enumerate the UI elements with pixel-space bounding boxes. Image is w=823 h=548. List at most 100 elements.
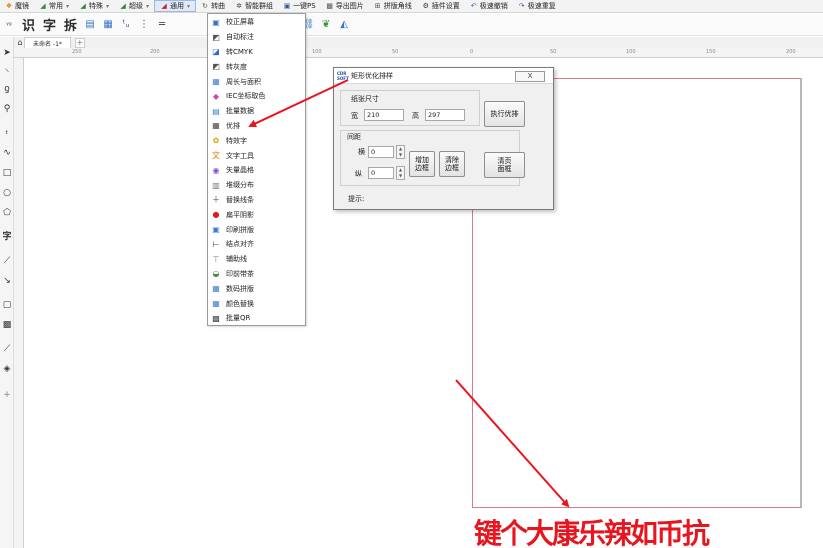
v-spacing-input[interactable]: 0	[368, 167, 394, 179]
equal-icon[interactable]: ═	[156, 19, 168, 31]
menu-item-11[interactable]: ▥ 堆缀分布	[208, 178, 305, 193]
shape-icon[interactable]: ◭	[338, 19, 350, 31]
menubar-item-9[interactable]: ⊞ 拼版角线	[369, 0, 417, 13]
add-tool-icon[interactable]: +	[1, 389, 13, 401]
h-spacing-stepper[interactable]: ▲ ▼	[396, 145, 405, 159]
menu-item-13[interactable]: ● 扁平阴影	[208, 207, 305, 222]
menu-item-3[interactable]: ◩ 转灰度	[208, 59, 305, 74]
menu-item-label: 数码拼版	[226, 284, 254, 293]
grid-icon[interactable]: ▦	[102, 19, 114, 31]
menubar-item-0[interactable]: ❖ 魔镜	[0, 0, 34, 13]
menu-item-7[interactable]: ▦ 优排	[208, 119, 305, 134]
add-tab-button[interactable]: +	[74, 37, 85, 48]
crop-tool-icon[interactable]: ƍ	[1, 83, 13, 95]
menubar-item-label: 插件设置	[431, 2, 460, 10]
menu-item-4[interactable]: ▦ 周长与面积	[208, 74, 305, 89]
fill-tool-icon[interactable]: ◈	[1, 363, 13, 375]
menubar-item-10[interactable]: ⚙ 插件设置	[417, 0, 465, 13]
menubar-item-5[interactable]: ↻ 转曲	[196, 0, 230, 13]
run-optimize-button[interactable]: 执行优排	[484, 101, 525, 127]
menu-item-17[interactable]: ◒ 印前带茶	[208, 267, 305, 282]
ruler-label: 250	[72, 49, 82, 55]
menu-item-icon: ⊤	[212, 254, 220, 264]
menubar-item-12[interactable]: ↷ 极速重复	[513, 0, 561, 13]
menu-item-icon: ▥	[212, 180, 220, 190]
recognize-button[interactable]: 识	[18, 15, 39, 34]
distribute-icon[interactable]: ⋮	[138, 19, 150, 31]
menubar-item-1[interactable]: ◢ 常用 ▾	[34, 0, 74, 13]
menu-item-6[interactable]: ▤ 批量数据	[208, 104, 305, 119]
menu-item-label: 扁平阴影	[226, 210, 254, 219]
menu-item-19[interactable]: ▦ 颜色替换	[208, 296, 305, 311]
rotate-icon: ↻	[202, 2, 208, 10]
menu-item-label: 自动标注	[226, 33, 254, 42]
menu-item-icon: 文	[212, 151, 220, 161]
shape-tool-icon[interactable]: ⸌	[1, 65, 13, 78]
menu-item-16[interactable]: ⊤ 辅助线	[208, 252, 305, 267]
menu-item-icon: ◪	[212, 47, 220, 57]
transparency-tool-icon[interactable]: ▩	[1, 319, 13, 331]
menu-item-2[interactable]: ◪ 转CMYK	[208, 45, 305, 60]
menu-item-10[interactable]: ◉ 矢量晶格	[208, 163, 305, 178]
rect-optimize-dialog: CDR SOFT 矩形优化排样 X 纸张尺寸 宽 210 高 297 执行优排 …	[333, 67, 554, 210]
rectangle-tool-icon[interactable]: □	[1, 167, 13, 179]
width-input[interactable]: 210	[364, 109, 404, 121]
parallel-tool-icon[interactable]: ⟋	[1, 255, 13, 267]
menu-item-14[interactable]: ▣ 印刷拼版	[208, 222, 305, 237]
freehand-tool-icon[interactable]: ᵗ	[1, 129, 13, 141]
curve-tool-icon[interactable]: ∿	[1, 147, 13, 159]
height-input[interactable]: 297	[425, 109, 465, 121]
horizontal-ruler[interactable]: 250 200 100 50 0 50 100 150 200	[14, 48, 823, 58]
dialog-titlebar[interactable]: CDR SOFT 矩形优化排样 X	[334, 68, 553, 84]
fx-icon[interactable]: ᵗᵤ	[120, 19, 132, 31]
menu-item-9[interactable]: 文文字工具	[208, 148, 305, 163]
text-button[interactable]: 字	[39, 15, 60, 34]
menubar-item-8[interactable]: ▩ 导出图片	[321, 0, 369, 13]
zoom-tool-icon[interactable]: ⚲	[1, 103, 13, 115]
h-spacing-label: 横	[358, 148, 365, 156]
menubar-item-11[interactable]: ↶ 极速撤销	[465, 0, 513, 13]
menu-item-5[interactable]: ◆ IEC坐标取色	[208, 89, 305, 104]
ellipse-tool-icon[interactable]: ○	[1, 187, 13, 199]
menubar-item-4[interactable]: ◢ 通用 ▾	[154, 0, 197, 12]
dialog-close-button[interactable]: X	[515, 71, 545, 82]
pick-tool-icon[interactable]: ➤	[1, 47, 13, 59]
h-spacing-input[interactable]: 0	[368, 146, 394, 158]
clear-page-frame-button[interactable]: 清页 面框	[484, 152, 525, 178]
menu-item-0[interactable]: ▣ 校正屏幕	[208, 15, 305, 30]
menu-item-15[interactable]: ⊢ 结点对齐	[208, 237, 305, 252]
menubar-item-label: 通用	[170, 2, 185, 10]
add-frame-button[interactable]: 增加 边框	[409, 151, 435, 177]
clear-frame-label: 清除 边框	[445, 156, 459, 172]
menu-item-18[interactable]: ▦ 数码拼版	[208, 281, 305, 296]
v-spacing-label: 纵	[355, 170, 362, 178]
menubar-item-label: 拼版角线	[383, 2, 412, 10]
document-tab[interactable]: 未命名 -1*	[24, 37, 71, 48]
menubar-item-label: 导出图片	[335, 2, 364, 10]
align-icon[interactable]: ▤	[84, 19, 96, 31]
menubar-item-2[interactable]: ◢ 特殊 ▾	[74, 0, 114, 13]
menubar-item-7[interactable]: ▣ 一键PS	[278, 0, 321, 13]
home-icon[interactable]: ⌂	[14, 37, 26, 48]
clear-frame-button[interactable]: 清除 边框	[439, 151, 465, 177]
leaf-icon[interactable]: ❦	[320, 19, 332, 31]
split-button[interactable]: 拆	[60, 15, 81, 34]
menu-item-1[interactable]: ◩ 自动标注	[208, 30, 305, 45]
menu-item-12[interactable]: ＋ 替换线条	[208, 193, 305, 208]
cdrsoft-logo: CDR SOFT	[337, 70, 349, 81]
menu-item-icon: ◉	[212, 165, 220, 175]
connector-tool-icon[interactable]: ↘	[1, 275, 13, 287]
polygon-tool-icon[interactable]: ⬠	[1, 207, 13, 219]
canvas-red-text[interactable]: 键个大康乐辣如币抗	[474, 512, 710, 548]
shadow-tool-icon[interactable]: ▢	[1, 299, 13, 311]
menubar-item-3[interactable]: ◢ 超级 ▾	[114, 0, 154, 13]
v-spacing-stepper[interactable]: ▲ ▼	[396, 166, 405, 180]
menu-item-label: IEC坐标取色	[226, 92, 266, 101]
ruler-label: 50	[392, 49, 399, 55]
vertical-ruler[interactable]	[14, 58, 24, 548]
eyedropper-tool-icon[interactable]: ⟋	[1, 343, 13, 355]
text-tool-icon[interactable]: 字	[1, 229, 13, 242]
menu-item-8[interactable]: ✿ 特效字	[208, 133, 305, 148]
menu-item-20[interactable]: ▩ 批量QR	[208, 311, 305, 326]
menubar-item-6[interactable]: ✲ 智能群组	[230, 0, 278, 13]
